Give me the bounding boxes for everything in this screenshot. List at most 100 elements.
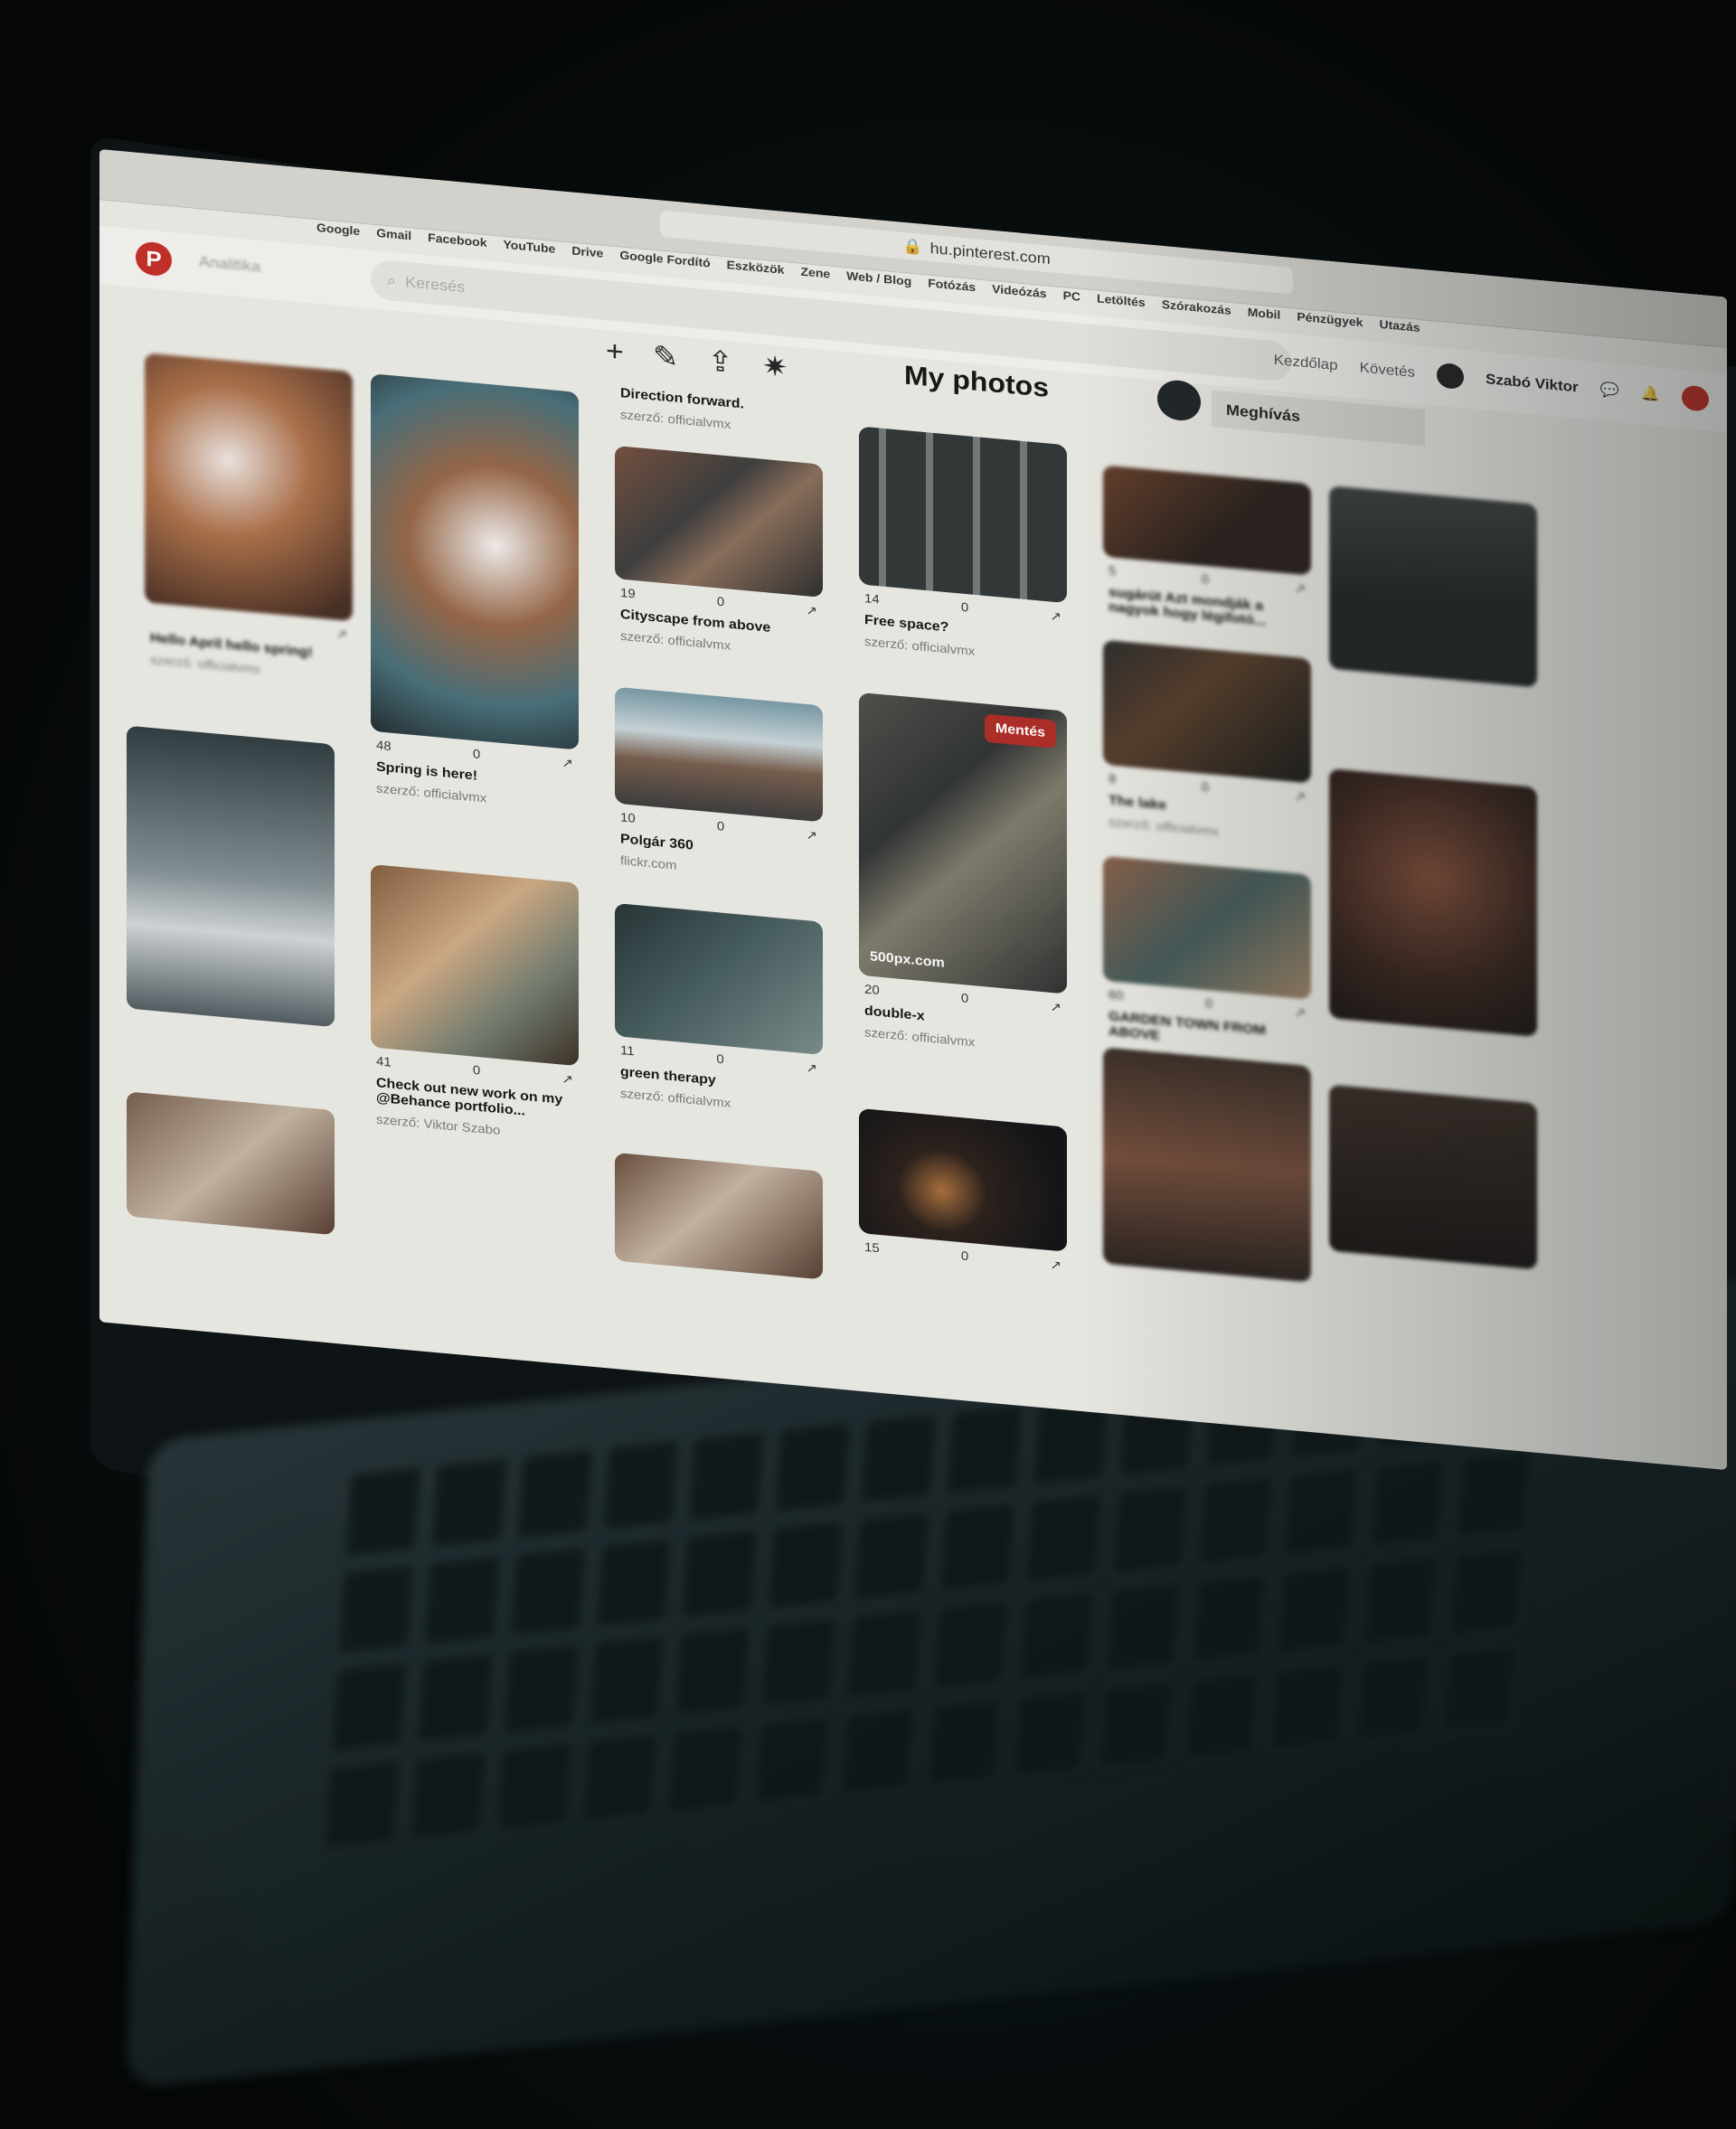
pin-image: [859, 426, 1067, 604]
pin-image: [371, 373, 579, 750]
bookmark-item[interactable]: Eszközök: [727, 258, 785, 285]
edit-icon[interactable]: ✎: [653, 339, 679, 374]
pin-image: [1103, 465, 1311, 576]
pin-card[interactable]: [1329, 768, 1537, 1037]
share-icon: ↗: [561, 756, 573, 772]
plus-icon[interactable]: +: [606, 335, 624, 371]
url-text: hu.pinterest.com: [929, 239, 1051, 268]
share-icon: ↗: [1294, 581, 1306, 597]
bookmark-item[interactable]: Fotózás: [928, 276, 976, 302]
pin-image: [615, 686, 823, 823]
saves-count: 0: [960, 991, 969, 1006]
source-link[interactable]: 500px.com: [870, 949, 945, 971]
share-icon: ↗: [561, 1071, 573, 1088]
pin-card[interactable]: [1329, 485, 1537, 688]
pin-image: [859, 1107, 1067, 1252]
views-count: 48: [376, 738, 392, 754]
nav-following[interactable]: Követés: [1360, 360, 1415, 382]
notification-badge[interactable]: [1682, 384, 1709, 412]
saves-count: 0: [716, 594, 725, 610]
saves-count: 0: [716, 819, 725, 834]
pin-card[interactable]: Mentés 500px.com 20 0 ↗ double-x szerző: o…: [859, 692, 1067, 1059]
saves-count: 0: [472, 747, 481, 762]
user-name[interactable]: Szabó Viktor: [1486, 371, 1579, 396]
share-icon: ↗: [1050, 1258, 1061, 1274]
bookmark-item[interactable]: Google: [316, 221, 360, 246]
pin-card[interactable]: 5 0 ↗ sugárút Azt mondják a nagyok hogy lé…: [1103, 465, 1311, 634]
views-count: 60: [1109, 987, 1124, 1003]
board-avatar: [1157, 378, 1201, 423]
pin-image: [1329, 768, 1537, 1037]
share-icon: ↗: [335, 626, 347, 643]
bookmark-item[interactable]: Facebook: [428, 231, 486, 258]
share-icon: ↗: [1050, 1000, 1061, 1015]
pin-image: [145, 353, 353, 622]
pin-image: [1103, 1047, 1311, 1283]
share-icon: ↗: [806, 603, 817, 619]
save-button[interactable]: Mentés: [984, 713, 1056, 749]
pin-image: [127, 1091, 335, 1236]
bookmark-item[interactable]: Letöltés: [1097, 291, 1146, 317]
pin-card[interactable]: 11 0 ↗ green therapy szerző: officialvmx: [615, 902, 823, 1119]
pin-card[interactable]: 600↗ GARDEN TOWN FROM ABOVE szerző: offi…: [1103, 855, 1311, 1079]
bookmark-item[interactable]: PC: [1063, 288, 1080, 312]
views-count: 15: [864, 1239, 880, 1256]
pin-image: [1103, 639, 1311, 784]
pin-card[interactable]: 41 0 ↗ Check out new work on my @Behance p…: [371, 863, 579, 1145]
pin-card[interactable]: [127, 725, 335, 1028]
saves-count: 0: [716, 1051, 724, 1068]
pin-card[interactable]: [1103, 1047, 1311, 1283]
bookmark-item[interactable]: YouTube: [504, 238, 556, 264]
bell-icon[interactable]: 🔔: [1641, 385, 1660, 403]
pin-card[interactable]: ↗ Hello April hello spring! szerző: offi…: [145, 353, 353, 685]
bookmark-item[interactable]: Zene: [800, 265, 830, 289]
pin-card[interactable]: 48 0 ↗ Spring is here! szerző: officialvmx: [371, 373, 579, 814]
share-icon: ↗: [1050, 608, 1061, 625]
saves-count: 0: [960, 1248, 969, 1264]
saves-count: 0: [1201, 779, 1210, 796]
chat-icon[interactable]: 💬: [1600, 382, 1619, 400]
search-icon: ⌕: [387, 271, 397, 289]
pin-image: [615, 445, 823, 598]
pin-image: [615, 1152, 823, 1280]
pin-card[interactable]: [615, 1152, 823, 1280]
share-icon: ↗: [806, 1060, 817, 1077]
share-icon: ↗: [806, 827, 817, 843]
pin-card[interactable]: Direction forward. szerző: officialvmx: [615, 379, 823, 440]
saves-count: 0: [1204, 996, 1213, 1012]
pin-card[interactable]: 19 0 ↗ Cityscape from above szerző: offici…: [615, 445, 823, 662]
pin-image: [615, 902, 823, 1056]
pin-card[interactable]: [127, 1091, 335, 1236]
pin-card[interactable]: 14 0 ↗ Free space? szerző: officialvmx: [859, 426, 1067, 667]
settings-icon[interactable]: ✷: [762, 349, 788, 384]
pinterest-logo[interactable]: P: [136, 240, 172, 278]
pin-image: [127, 725, 335, 1028]
pin-card[interactable]: 10 0 ↗ Polgár 360 flickr.com: [615, 686, 823, 887]
pin-image: [1329, 1084, 1537, 1270]
pin-image: [1329, 485, 1537, 688]
pin-card[interactable]: [1329, 1084, 1537, 1270]
search-placeholder: Keresés: [405, 273, 466, 296]
bookmark-item[interactable]: Drive: [571, 244, 603, 268]
saves-count: 0: [472, 1062, 481, 1079]
pin-image: Mentés 500px.com: [859, 692, 1067, 994]
share-icon[interactable]: ⇪: [707, 344, 733, 380]
nav-home[interactable]: Kezdőlap: [1274, 352, 1338, 374]
saves-count: 0: [960, 599, 969, 616]
saves-count: 0: [1201, 571, 1210, 588]
pin-card[interactable]: 15 0 ↗: [859, 1107, 1067, 1274]
filter-select[interactable]: Analitika: [199, 253, 260, 277]
lock-icon: 🔒: [902, 236, 923, 256]
laptop-screen: 🔒 hu.pinterest.com Google Gmail Facebook…: [99, 149, 1727, 1471]
views-count: 41: [376, 1054, 392, 1070]
bookmark-item[interactable]: Gmail: [376, 226, 411, 250]
pin-card[interactable]: 8 0 ↗ The lake szerző: officialvmx: [1103, 639, 1311, 848]
views-count: 19: [620, 585, 636, 602]
bookmark-item[interactable]: Mobil: [1248, 306, 1281, 330]
avatar[interactable]: [1437, 362, 1464, 391]
bookmark-item[interactable]: Utazás: [1379, 317, 1420, 343]
pin-image: [371, 863, 579, 1067]
views-count: 20: [864, 982, 880, 998]
bookmark-item[interactable]: Videózás: [992, 282, 1046, 308]
views-count: 8: [1109, 771, 1117, 787]
